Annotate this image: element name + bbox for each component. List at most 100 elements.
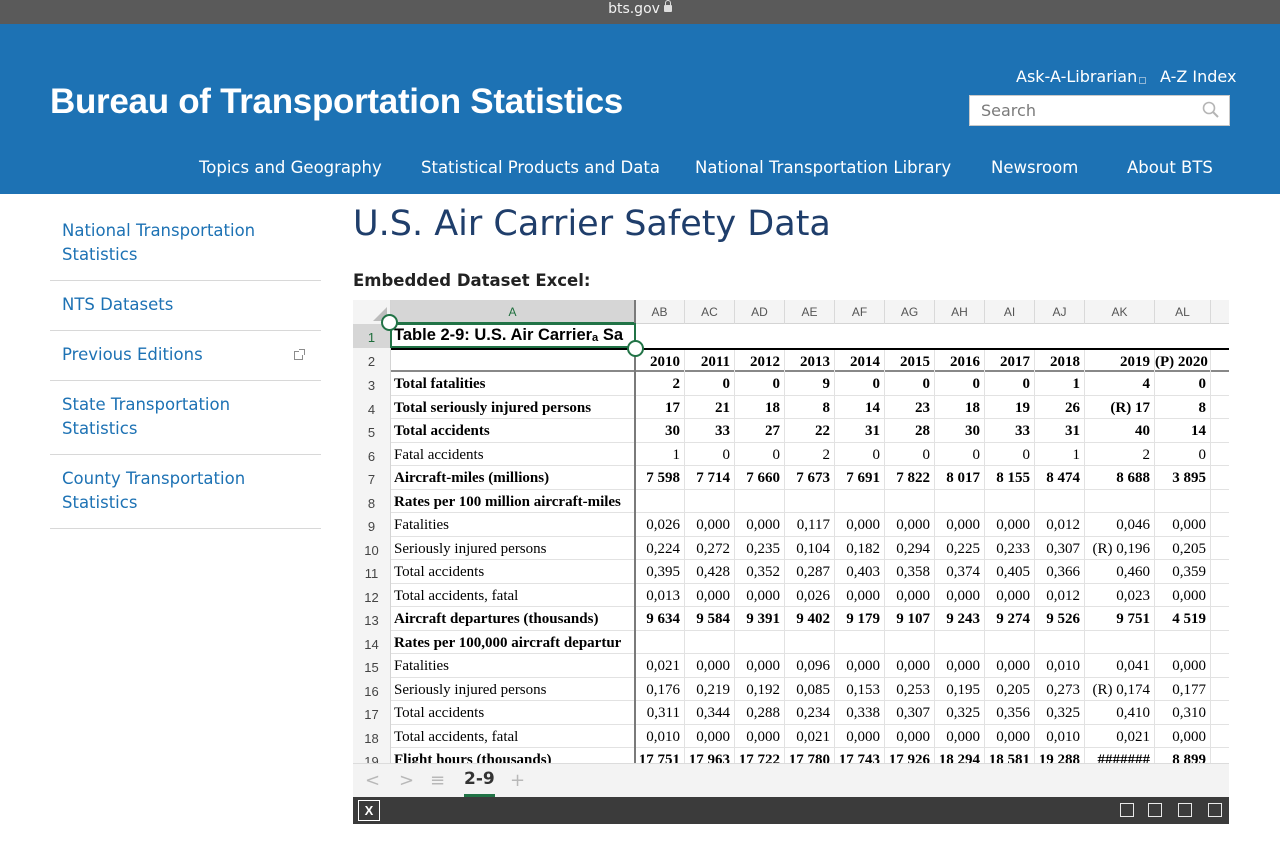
row-label-cell[interactable]: Aircraft departures (thousands) [391, 607, 635, 631]
row-header-12[interactable]: 12 [353, 583, 391, 607]
value-cell[interactable]: 26 [1035, 395, 1085, 419]
value-cell[interactable]: 0,000 [835, 513, 885, 537]
value-cell[interactable]: 0,021 [635, 654, 685, 678]
row-label-cell[interactable]: Rates per 100 million aircraft-miles [391, 490, 635, 514]
value-cell[interactable]: 0,000 [885, 724, 935, 748]
value-cell[interactable]: 0 [685, 442, 735, 466]
value-cell[interactable]: 0,000 [885, 513, 935, 537]
value-cell[interactable]: 0 [835, 372, 885, 396]
row-label-cell[interactable]: Total accidents [391, 701, 635, 725]
browser-url-bar[interactable]: bts.gov [0, 0, 1280, 24]
value-cell[interactable]: 0,273 [1035, 677, 1085, 701]
fullscreen-icon[interactable] [1208, 803, 1222, 817]
value-cell[interactable]: 0,253 [885, 677, 935, 701]
column-header-al[interactable]: AL [1155, 300, 1211, 324]
value-cell[interactable]: 0,307 [885, 701, 935, 725]
value-cell[interactable]: 0,000 [885, 654, 935, 678]
value-cell[interactable]: 0,117 [785, 513, 835, 537]
value-cell[interactable]: 8 017 [935, 466, 985, 490]
value-cell[interactable]: 28 [885, 419, 935, 443]
sidebar-item-county-transportation-statistics[interactable]: County Transportation Statistics [50, 455, 321, 529]
value-cell[interactable]: 8 688 [1085, 466, 1155, 490]
year-cell[interactable]: 2012 [735, 350, 785, 374]
value-cell[interactable]: 7 660 [735, 466, 785, 490]
value-cell[interactable]: 17 751 [635, 748, 685, 763]
value-cell[interactable]: 0,403 [835, 560, 885, 584]
value-cell[interactable]: 0,182 [835, 536, 885, 560]
value-cell[interactable]: 0,000 [885, 583, 935, 607]
selection-handle-top-left[interactable] [381, 314, 398, 331]
value-cell[interactable]: 0,205 [1155, 536, 1211, 560]
value-cell[interactable]: 4 [1085, 372, 1155, 396]
nav-topics-and-geography[interactable]: Topics and Geography [199, 158, 382, 177]
value-cell[interactable]: 9 391 [735, 607, 785, 631]
value-cell[interactable]: 0,311 [635, 701, 685, 725]
value-cell[interactable]: 0 [935, 372, 985, 396]
row-label-cell[interactable]: Total fatalities [391, 372, 635, 396]
value-cell[interactable]: 3 895 [1155, 466, 1211, 490]
add-sheet-icon[interactable]: + [510, 770, 525, 791]
column-header-a[interactable]: A [391, 300, 635, 324]
value-cell[interactable]: 0 [885, 442, 935, 466]
value-cell[interactable]: 0 [735, 442, 785, 466]
value-cell[interactable]: 0,013 [635, 583, 685, 607]
value-cell[interactable]: 17 [635, 395, 685, 419]
column-header-ad[interactable]: AD [735, 300, 785, 324]
year-cell[interactable]: 2011 [685, 350, 735, 374]
value-cell[interactable]: 0 [1155, 442, 1211, 466]
value-cell[interactable] [835, 489, 885, 513]
row-label-cell[interactable]: Aircraft-miles (millions) [391, 466, 635, 490]
value-cell[interactable]: 30 [635, 419, 685, 443]
year-cell[interactable]: 2013 [785, 350, 835, 374]
nav-newsroom[interactable]: Newsroom [991, 158, 1078, 177]
year-cell[interactable]: 2018 [1035, 350, 1085, 374]
value-cell[interactable] [985, 630, 1035, 654]
value-cell[interactable]: 9 634 [635, 607, 685, 631]
column-header-ai[interactable]: AI [985, 300, 1035, 324]
value-cell[interactable] [835, 630, 885, 654]
value-cell[interactable]: (R) 0,196 [1085, 536, 1155, 560]
column-header-aj[interactable]: AJ [1035, 300, 1085, 324]
column-header-af[interactable]: AF [835, 300, 885, 324]
value-cell[interactable]: 7 673 [785, 466, 835, 490]
value-cell[interactable] [1155, 630, 1211, 654]
value-cell[interactable]: 0,000 [985, 724, 1035, 748]
value-cell[interactable] [635, 489, 685, 513]
value-cell[interactable] [635, 630, 685, 654]
sheet-tab-2-9[interactable]: 2-9 [464, 769, 495, 797]
value-cell[interactable] [1035, 489, 1085, 513]
value-cell[interactable]: 0,310 [1155, 701, 1211, 725]
column-header-ae[interactable]: AE [785, 300, 835, 324]
search-icon[interactable] [1202, 101, 1219, 118]
value-cell[interactable]: 0,358 [885, 560, 935, 584]
value-cell[interactable]: 17 963 [685, 748, 735, 763]
value-cell[interactable]: 19 288 [1035, 748, 1085, 763]
column-header-ac[interactable]: AC [685, 300, 735, 324]
row-label-cell[interactable]: Seriously injured persons [391, 678, 635, 702]
value-cell[interactable]: 9 179 [835, 607, 885, 631]
row-label-cell[interactable]: Total accidents [391, 560, 635, 584]
spreadsheet-grid[interactable]: A AB AC AD AE AF AG AH AI AJ AK AL 1 Table 2-9: U.S.… [353, 300, 1229, 763]
value-cell[interactable]: ####### [1085, 748, 1155, 763]
column-header-ag[interactable]: AG [885, 300, 935, 324]
value-cell[interactable]: 0,374 [935, 560, 985, 584]
value-cell[interactable]: 9 584 [685, 607, 735, 631]
value-cell[interactable]: 8 [1155, 395, 1211, 419]
year-cell[interactable]: 2016 [935, 350, 985, 374]
nav-statistical-products[interactable]: Statistical Products and Data [421, 158, 660, 177]
value-cell[interactable]: 0,219 [685, 677, 735, 701]
value-cell[interactable]: 8 155 [985, 466, 1035, 490]
value-cell[interactable]: 17 926 [885, 748, 935, 763]
value-cell[interactable]: 9 [785, 372, 835, 396]
value-cell[interactable]: 0,000 [685, 583, 735, 607]
year-cell[interactable]: 2010 [635, 350, 685, 374]
value-cell[interactable]: 0 [985, 442, 1035, 466]
year-cell[interactable]: 2019 [1085, 350, 1155, 374]
value-cell[interactable] [735, 489, 785, 513]
value-cell[interactable]: 0,234 [785, 701, 835, 725]
value-cell[interactable] [785, 630, 835, 654]
value-cell[interactable]: 2 [635, 372, 685, 396]
value-cell[interactable]: 0,352 [735, 560, 785, 584]
value-cell[interactable]: 14 [835, 395, 885, 419]
row-header-18[interactable]: 18 [353, 724, 391, 748]
